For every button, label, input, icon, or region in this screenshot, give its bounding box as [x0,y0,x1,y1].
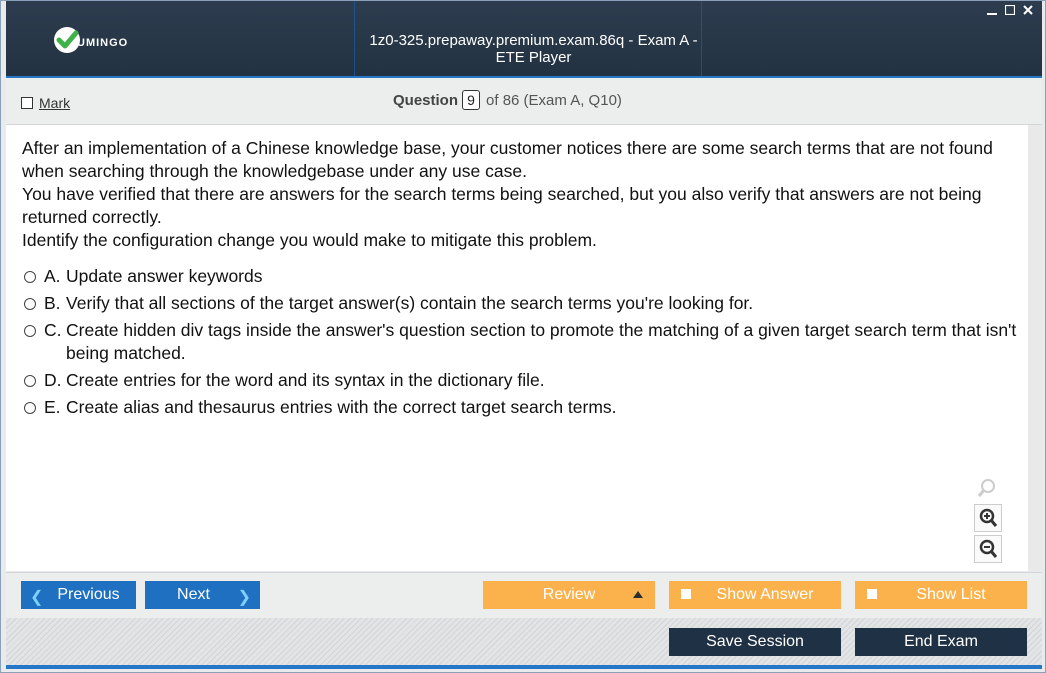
question-total: of 86 (Exam A, Q10) [486,91,622,109]
save-session-button[interactable]: Save Session [669,628,841,656]
end-exam-button[interactable]: End Exam [855,628,1027,656]
question-paragraph: You have verified that there are answers… [22,184,982,227]
answer-letter: E. [44,397,61,417]
caret-up-icon [633,591,643,598]
mark-label: Mark [39,95,71,111]
minimize-icon[interactable] [986,5,998,17]
answer-text: Verify that all sections of the target a… [66,293,754,313]
question-label: Question [393,91,459,109]
radio-button[interactable] [24,271,36,283]
end-exam-label: End Exam [904,633,978,650]
zoom-controls [974,475,1002,566]
previous-label: Previous [57,586,120,603]
answer-text: Create entries for the word and its synt… [66,370,545,390]
mark-checkbox[interactable]: Mark [21,95,70,111]
next-button[interactable]: Next ❯ [145,581,260,609]
app-logo: UMINGO [54,27,128,53]
answer-letter: C. [44,320,62,340]
brand-name: UMINGO [77,37,129,49]
show-answer-label: Show Answer [716,586,814,603]
radio-button[interactable] [24,298,36,310]
save-session-label: Save Session [706,633,804,650]
chevron-right-icon: ❯ [237,589,251,606]
answer-text: Update answer keywords [66,266,263,286]
checkbox-icon[interactable] [867,589,877,599]
title-bar: UMINGO 1z0-325.prepaway.premium.exam.86q… [6,1,1042,76]
question-paragraph: After an implementation of a Chinese kno… [22,138,993,181]
radio-button[interactable] [24,402,36,414]
answer-letter: A. [44,266,61,286]
answer-option[interactable]: A. Update answer keywords [22,265,1022,288]
vertical-scrollbar[interactable] [1028,125,1042,571]
question-counter: Question 9 of 86 (Exam A, Q10) [393,90,622,110]
show-list-label: Show List [916,586,986,603]
radio-button[interactable] [24,325,36,337]
question-text: After an implementation of a Chinese kno… [22,137,1022,252]
question-paragraph: Identify the configuration change you wo… [22,230,597,250]
answer-option[interactable]: D. Create entries for the word and its s… [22,369,1022,392]
navigation-bar: ❮ Previous Next ❯ Review Show Answer Sho… [6,572,1042,619]
bottom-accent-line [6,665,1042,669]
next-label: Next [177,586,210,603]
checkbox-icon[interactable] [681,589,691,599]
window-title: 1z0-325.prepaway.premium.exam.86q - Exam… [369,32,698,66]
answer-letter: D. [44,370,62,390]
answer-letter: B. [44,293,61,313]
answer-option[interactable]: C. Create hidden div tags inside the ans… [22,319,1022,365]
answer-text: Create alias and thesaurus entries with … [66,397,617,417]
answer-text: Create hidden div tags inside the answer… [66,320,1017,363]
maximize-icon[interactable] [1004,4,1016,17]
answer-option[interactable]: E. Create alias and thesaurus entries wi… [22,396,1022,419]
window-controls [986,4,1034,17]
ete-player-window: UMINGO 1z0-325.prepaway.premium.exam.86q… [0,0,1046,673]
session-bar: Save Session End Exam [6,618,1042,665]
answer-list: A. Update answer keywords B. Verify that… [22,265,1022,423]
show-list-button[interactable]: Show List [855,581,1027,609]
radio-button[interactable] [24,375,36,387]
search-icon[interactable] [974,475,1000,501]
question-header: Mark Question 9 of 86 (Exam A, Q10) [6,78,1042,125]
show-answer-button[interactable]: Show Answer [669,581,841,609]
zoom-in-icon[interactable] [974,504,1002,532]
close-icon[interactable] [1022,5,1034,17]
question-number-input[interactable]: 9 [462,90,481,110]
zoom-out-icon[interactable] [974,535,1002,563]
checkmark-logo-icon [54,27,80,53]
chevron-left-icon: ❮ [30,589,44,606]
previous-button[interactable]: ❮ Previous [21,581,136,609]
title-separator [354,1,355,76]
answer-option[interactable]: B. Verify that all sections of the targe… [22,292,1022,315]
review-button[interactable]: Review [483,581,655,609]
review-label: Review [542,586,596,603]
question-content: After an implementation of a Chinese kno… [6,125,1028,571]
checkbox-icon[interactable] [21,97,33,109]
